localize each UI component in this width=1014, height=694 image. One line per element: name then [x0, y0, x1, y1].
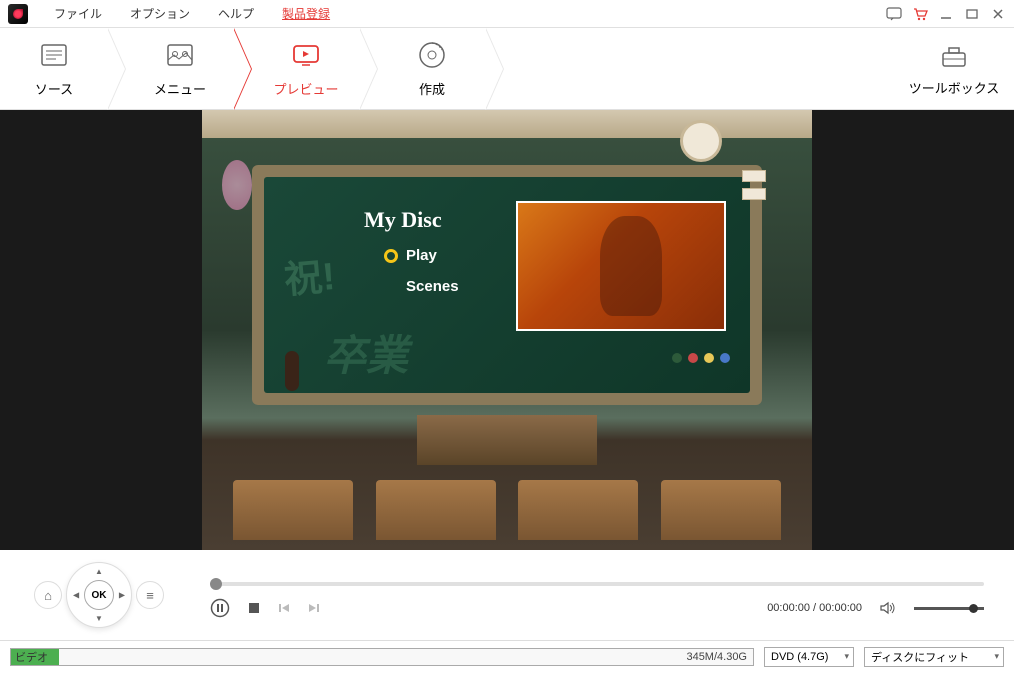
menu-file[interactable]: ファイル: [40, 5, 116, 22]
tab-separator: [108, 28, 126, 110]
volume-slider[interactable]: [914, 607, 984, 610]
create-icon: [416, 39, 448, 71]
fit-select[interactable]: ディスクにフィット: [864, 647, 1004, 667]
magnets-decoration: [672, 353, 730, 363]
source-icon: [38, 39, 70, 71]
tab-preview-label: プレビュー: [273, 79, 338, 98]
capacity-label: ビデオ: [15, 649, 48, 665]
toolbox-label: ツールボックス: [909, 78, 1000, 97]
desk-decoration: [376, 480, 496, 540]
pause-button[interactable]: [210, 598, 230, 618]
volume-icon[interactable]: [880, 601, 896, 615]
toolbox-icon: [938, 40, 970, 72]
menu-list-button[interactable]: ≡: [136, 581, 164, 609]
preview-area: My Disc Play Scenes: [0, 110, 1014, 550]
desk-decoration: [661, 480, 781, 540]
dpad-down[interactable]: ▼: [95, 614, 103, 623]
tab-create[interactable]: 作成: [378, 28, 486, 110]
menu-options[interactable]: オプション: [116, 5, 204, 22]
flowers-decoration: [222, 160, 252, 210]
tab-separator: [486, 28, 504, 110]
papers-decoration: [742, 170, 782, 200]
disc-scenes-label: Scenes: [406, 278, 459, 295]
dpad-left[interactable]: ◀: [73, 591, 79, 600]
clock-decoration: [680, 120, 722, 162]
seek-thumb[interactable]: [210, 578, 222, 590]
dvd-menu-preview[interactable]: My Disc Play Scenes: [202, 110, 812, 550]
tabbar: ソース メニュー プレビュー 作成 ツールボックス: [0, 28, 1014, 110]
video-thumbnail: [516, 201, 726, 331]
tab-separator: [234, 28, 252, 110]
preview-icon: [290, 39, 322, 71]
next-button[interactable]: [308, 602, 320, 614]
tab-menu[interactable]: メニュー: [126, 28, 234, 110]
seek-bar[interactable]: [210, 582, 984, 586]
desk-decoration: [233, 480, 353, 540]
tab-menu-label: メニュー: [154, 79, 206, 98]
capacity-bar: ビデオ 345M/4.30G: [10, 648, 754, 666]
dpad: ▲ ▼ ◀ ▶ OK: [66, 562, 132, 628]
menu-help[interactable]: ヘルプ: [204, 5, 268, 22]
menu-register[interactable]: 製品登録: [268, 5, 344, 22]
dvd-nav-control: ⌂ ▲ ▼ ◀ ▶ OK ≡: [30, 560, 190, 630]
home-button[interactable]: ⌂: [34, 581, 62, 609]
capacity-size: 345M/4.30G: [686, 651, 747, 663]
bottombar: ビデオ 345M/4.30G DVD (4.7G) ディスクにフィット: [0, 640, 1014, 672]
tab-separator: [360, 28, 378, 110]
minimize-icon[interactable]: [938, 6, 954, 22]
tab-preview[interactable]: プレビュー: [252, 28, 360, 110]
desk-decoration: [518, 480, 638, 540]
prev-button[interactable]: [278, 602, 290, 614]
toolbox-button[interactable]: ツールボックス: [894, 40, 1014, 97]
tab-source-label: ソース: [35, 79, 73, 98]
disc-type-select[interactable]: DVD (4.7G): [764, 647, 854, 667]
time-display: 00:00:00 / 00:00:00: [767, 602, 862, 614]
dpad-up[interactable]: ▲: [95, 567, 103, 576]
controls-panel: ⌂ ▲ ▼ ◀ ▶ OK ≡ 00:00:00 / 00:00:00: [0, 550, 1014, 640]
menu-tab-icon: [164, 39, 196, 71]
tab-source[interactable]: ソース: [0, 28, 108, 110]
dpad-right[interactable]: ▶: [119, 591, 125, 600]
maximize-icon[interactable]: [964, 6, 980, 22]
stop-button[interactable]: [248, 602, 260, 614]
tab-create-label: 作成: [419, 79, 445, 98]
dpad-ok-button[interactable]: OK: [84, 580, 114, 610]
titlebar: ファイル オプション ヘルプ 製品登録: [0, 0, 1014, 28]
disc-play-label: Play: [406, 247, 437, 264]
feedback-icon[interactable]: [886, 6, 902, 22]
playback-controls: 00:00:00 / 00:00:00: [210, 572, 984, 618]
play-indicator-icon: [384, 249, 398, 263]
diploma-decoration: [272, 351, 312, 401]
cart-icon[interactable]: [912, 6, 928, 22]
app-icon: [8, 4, 28, 24]
close-icon[interactable]: [990, 6, 1006, 22]
